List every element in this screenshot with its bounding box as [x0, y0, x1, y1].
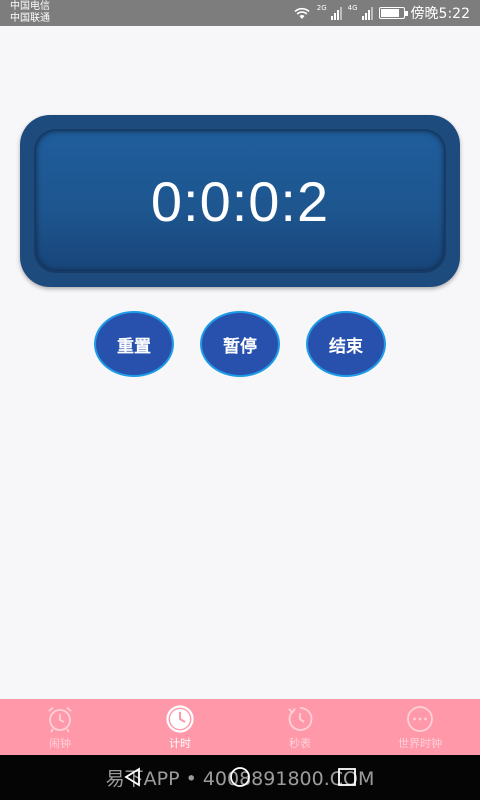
- timer-controls: 重置 暂停 结束: [0, 311, 480, 377]
- status-icons: 2G 4G 傍晚5:22: [293, 4, 470, 22]
- clock-icon: [166, 705, 194, 733]
- carrier-2: 中国联通: [10, 13, 50, 24]
- network-type-1: 2G: [316, 4, 327, 12]
- tab-alarm[interactable]: 闹钟: [0, 699, 120, 755]
- timer-display: 0:0:0:2: [150, 169, 330, 233]
- stopwatch-icon: [288, 707, 313, 731]
- reset-button[interactable]: 重置: [94, 311, 174, 377]
- back-icon[interactable]: [121, 765, 145, 789]
- bottom-tab-bar: 闹钟 计时 秒表 世界时钟: [0, 699, 480, 755]
- tab-stopwatch[interactable]: 秒表: [240, 699, 360, 755]
- tab-world-clock-label: 世界时钟: [398, 737, 442, 750]
- tab-world-clock[interactable]: 世界时钟: [360, 699, 480, 755]
- battery-icon: [378, 7, 408, 19]
- system-nav-bar: [0, 755, 480, 800]
- tab-timer-label: 计时: [169, 737, 191, 750]
- end-button[interactable]: 结束: [306, 311, 386, 377]
- signal-icon-2: [361, 6, 373, 20]
- recents-icon[interactable]: [335, 765, 359, 789]
- network-type-2: 4G: [347, 4, 358, 12]
- timer-panel: 0:0:0:2: [20, 115, 460, 287]
- status-bar: 中国电信 中国联通 2G 4G 傍晚5:22: [0, 0, 480, 26]
- carrier-info: 中国电信 中国联通: [10, 1, 50, 25]
- tab-timer[interactable]: 计时: [120, 699, 240, 755]
- world-clock-icon: [407, 706, 433, 732]
- battery-level: [380, 9, 400, 17]
- clock-time: 傍晚5:22: [410, 6, 470, 22]
- signal-icon-1: [330, 6, 342, 20]
- tab-alarm-label: 闹钟: [49, 737, 71, 750]
- alarm-clock-icon: [48, 706, 72, 733]
- pause-button[interactable]: 暂停: [200, 311, 280, 377]
- home-icon[interactable]: [228, 765, 252, 789]
- timer-display-inner: 0:0:0:2: [36, 131, 444, 271]
- carrier-1: 中国电信: [10, 1, 50, 12]
- wifi-icon: [294, 7, 310, 19]
- tab-stopwatch-label: 秒表: [289, 737, 311, 750]
